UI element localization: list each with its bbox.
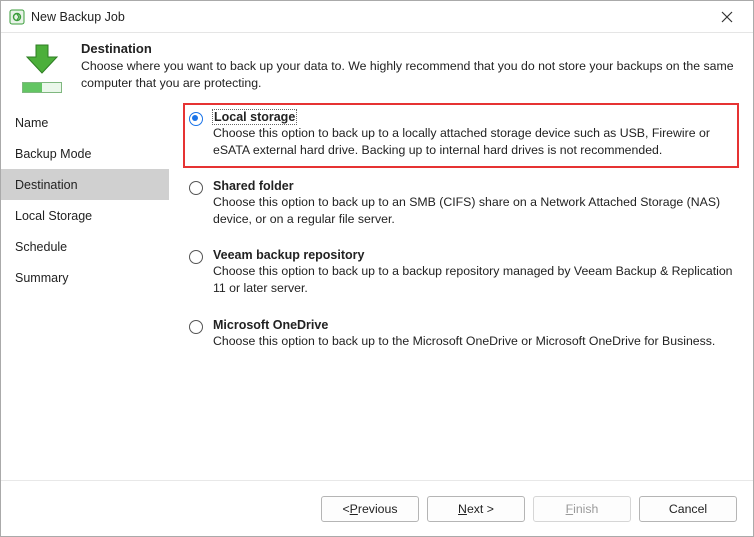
- next-button[interactable]: Next >: [427, 496, 525, 522]
- option-onedrive[interactable]: Microsoft OneDrive Choose this option to…: [183, 311, 739, 360]
- close-button[interactable]: [707, 3, 747, 31]
- progress-indicator: [22, 82, 62, 93]
- sidebar-item-local-storage[interactable]: Local Storage: [1, 200, 169, 231]
- sidebar-item-backup-mode[interactable]: Backup Mode: [1, 138, 169, 169]
- step-title: Destination: [81, 41, 739, 56]
- content-pane: Local storage Choose this option to back…: [169, 101, 753, 485]
- option-description: Choose this option to back up to a local…: [213, 125, 733, 158]
- sidebar-item-schedule[interactable]: Schedule: [1, 231, 169, 262]
- close-icon: [721, 11, 733, 23]
- radio-shared-folder[interactable]: [189, 181, 203, 195]
- radio-local-storage[interactable]: [189, 112, 203, 126]
- app-icon: [9, 9, 25, 25]
- radio-veeam-repo[interactable]: [189, 250, 203, 264]
- sidebar-item-destination[interactable]: Destination: [1, 169, 169, 200]
- option-title: Shared folder: [213, 179, 294, 193]
- titlebar: New Backup Job: [1, 1, 753, 33]
- radio-onedrive[interactable]: [189, 320, 203, 334]
- dialog-body: Name Backup Mode Destination Local Stora…: [1, 101, 753, 485]
- page-header: Destination Choose where you want to bac…: [1, 33, 753, 101]
- download-arrow-icon: [22, 43, 62, 78]
- option-description: Choose this option to back up to a backu…: [213, 263, 733, 296]
- wizard-sidebar: Name Backup Mode Destination Local Stora…: [1, 101, 169, 485]
- sidebar-item-name[interactable]: Name: [1, 107, 169, 138]
- option-veeam-repo[interactable]: Veeam backup repository Choose this opti…: [183, 241, 739, 306]
- previous-button[interactable]: < Previous: [321, 496, 419, 522]
- option-description: Choose this option to back up to the Mic…: [213, 333, 733, 350]
- option-title: Microsoft OneDrive: [213, 318, 328, 332]
- dialog-footer: < Previous Next > Finish Cancel: [1, 480, 753, 536]
- option-description: Choose this option to back up to an SMB …: [213, 194, 733, 227]
- step-description: Choose where you want to back up your da…: [81, 58, 739, 91]
- sidebar-item-summary[interactable]: Summary: [1, 262, 169, 293]
- finish-button: Finish: [533, 496, 631, 522]
- option-title: Local storage: [213, 110, 296, 124]
- option-shared-folder[interactable]: Shared folder Choose this option to back…: [183, 172, 739, 237]
- option-local-storage[interactable]: Local storage Choose this option to back…: [183, 103, 739, 168]
- cancel-button[interactable]: Cancel: [639, 496, 737, 522]
- option-title: Veeam backup repository: [213, 248, 364, 262]
- window-title: New Backup Job: [31, 10, 125, 24]
- header-graphic: [17, 41, 67, 93]
